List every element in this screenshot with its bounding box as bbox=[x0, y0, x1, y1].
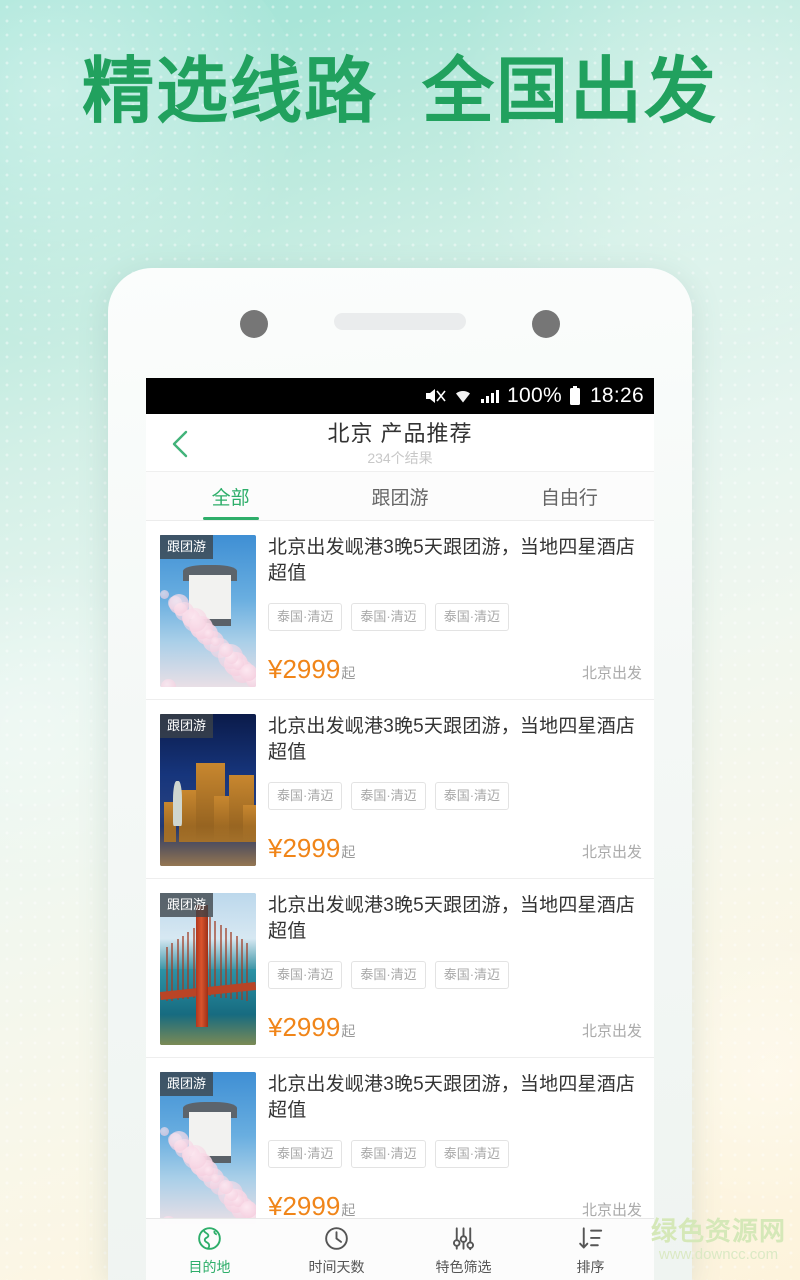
price-amount: 2999 bbox=[282, 1012, 341, 1042]
product-tag[interactable]: 泰国·清迈 bbox=[434, 961, 510, 989]
price-suffix: 起 bbox=[341, 1202, 356, 1218]
product-type-badge: 跟团游 bbox=[160, 535, 214, 559]
product-card-body: 北京出发岘港3晚5天跟团游，当地四星酒店超值 泰国·清迈 泰国·清迈 泰国·清迈 ¥29… bbox=[256, 714, 642, 866]
product-thumbnail-wrap: 跟团游 bbox=[160, 535, 256, 687]
product-departure-city: 北京出发 bbox=[581, 844, 642, 861]
mute-icon bbox=[424, 387, 446, 405]
product-card[interactable]: 跟团游 北京出发岘港3晚5天跟团游，当地四星酒店超值 泰国·清迈 泰国·清迈 泰国·清迈… bbox=[146, 879, 654, 1058]
price-currency-symbol: ¥ bbox=[268, 1191, 283, 1221]
product-card[interactable]: 跟团游 北京出发岘港3晚5天跟团游，当地四星酒店超值 泰国·清迈 泰国·清迈 泰国·清迈… bbox=[146, 700, 654, 879]
product-departure-city: 北京出发 bbox=[581, 665, 642, 682]
product-tag-row: 泰国·清迈 泰国·清迈 泰国·清迈 bbox=[268, 782, 642, 810]
app-header: 北京 产品推荐 234个结果 bbox=[146, 414, 654, 472]
product-departure-city: 北京出发 bbox=[581, 1202, 642, 1219]
tab-0[interactable]: 全部 bbox=[146, 472, 315, 520]
product-tag[interactable]: 泰国·清迈 bbox=[434, 1140, 510, 1168]
product-card[interactable]: 跟团游 北京出发岘港3晚5天跟团游，当地四星酒店超值 泰国·清迈 泰国·清迈 泰国·清迈… bbox=[146, 1058, 654, 1237]
product-thumbnail-wrap: 跟团游 bbox=[160, 714, 256, 866]
tab-1[interactable]: 跟团游 bbox=[315, 472, 484, 520]
battery-icon bbox=[569, 386, 581, 406]
product-title: 北京出发岘港3晚5天跟团游，当地四星酒店超值 bbox=[268, 1074, 636, 1121]
sort-icon bbox=[577, 1225, 604, 1257]
product-title: 北京出发岘港3晚5天跟团游，当地四星酒店超值 bbox=[268, 895, 636, 942]
price-currency-symbol: ¥ bbox=[268, 833, 283, 863]
product-tag[interactable]: 泰国·清迈 bbox=[268, 961, 343, 989]
globe-icon bbox=[196, 1225, 223, 1257]
nav-item-label: 时间天数 bbox=[308, 1258, 365, 1275]
nav-item-0[interactable]: 目的地 bbox=[146, 1225, 273, 1275]
product-tag-row: 泰国·清迈 泰国·清迈 泰国·清迈 bbox=[268, 1140, 642, 1168]
product-price-row: ¥2999起 北京出发 bbox=[268, 822, 642, 866]
price-currency-symbol: ¥ bbox=[268, 654, 283, 684]
product-price-row: ¥2999起 北京出发 bbox=[268, 643, 642, 687]
price-amount: 2999 bbox=[282, 654, 341, 684]
product-tag-row: 泰国·清迈 泰国·清迈 泰国·清迈 bbox=[268, 603, 642, 631]
product-thumbnail-wrap: 跟团游 bbox=[160, 893, 256, 1045]
product-type-badge: 跟团游 bbox=[160, 893, 214, 917]
product-tag[interactable]: 泰国·清迈 bbox=[351, 603, 426, 631]
price-amount: 2999 bbox=[282, 1191, 341, 1221]
promo-headline: 精选线路 全国出发 bbox=[81, 52, 718, 132]
nav-item-1[interactable]: 时间天数 bbox=[273, 1225, 400, 1275]
tab-bar: 全部 跟团游 自由行 bbox=[146, 472, 654, 521]
product-tag[interactable]: 泰国·清迈 bbox=[351, 1140, 426, 1168]
product-tag[interactable]: 泰国·清迈 bbox=[268, 603, 343, 631]
phone-screen: 100% 18:26 北京 产品推荐 234个结果 全部 跟团游 自由行 跟团游 北京… bbox=[146, 378, 654, 1280]
product-card-body: 北京出发岘港3晚5天跟团游，当地四星酒店超值 泰国·清迈 泰国·清迈 泰国·清迈 ¥29… bbox=[256, 893, 642, 1045]
product-title: 北京出发岘港3晚5天跟团游，当地四星酒店超值 bbox=[268, 537, 636, 584]
product-price: ¥2999起 bbox=[268, 1013, 355, 1045]
product-price-row: ¥2999起 北京出发 bbox=[268, 1001, 642, 1045]
tab-2[interactable]: 自由行 bbox=[485, 472, 654, 520]
earpiece-speaker bbox=[334, 313, 466, 330]
result-count-label: 234个结果 bbox=[367, 450, 433, 466]
phone-mockup: 100% 18:26 北京 产品推荐 234个结果 全部 跟团游 自由行 跟团游 北京… bbox=[108, 268, 692, 1280]
nav-item-label: 排序 bbox=[576, 1258, 605, 1275]
header-title-group: 北京 产品推荐 234个结果 bbox=[146, 420, 654, 467]
product-list: 跟团游 北京出发岘港3晚5天跟团游，当地四星酒店超值 泰国·清迈 泰国·清迈 泰国·清迈… bbox=[146, 521, 654, 1237]
price-amount: 2999 bbox=[282, 833, 341, 863]
clock-icon bbox=[323, 1225, 350, 1257]
product-tag[interactable]: 泰国·清迈 bbox=[434, 782, 510, 810]
product-tag[interactable]: 泰国·清迈 bbox=[351, 782, 426, 810]
nav-item-2[interactable]: 特色筛选 bbox=[400, 1225, 527, 1275]
wifi-icon bbox=[453, 387, 473, 405]
price-currency-symbol: ¥ bbox=[268, 1012, 283, 1042]
product-price: ¥2999起 bbox=[268, 655, 355, 687]
product-card[interactable]: 跟团游 北京出发岘港3晚5天跟团游，当地四星酒店超值 泰国·清迈 泰国·清迈 泰国·清迈… bbox=[146, 521, 654, 700]
product-departure-city: 北京出发 bbox=[581, 1023, 642, 1040]
product-card-body: 北京出发岘港3晚5天跟团游，当地四星酒店超值 泰国·清迈 泰国·清迈 泰国·清迈 ¥29… bbox=[256, 1072, 642, 1224]
sliders-icon bbox=[450, 1225, 477, 1257]
product-card-body: 北京出发岘港3晚5天跟团游，当地四星酒店超值 泰国·清迈 泰国·清迈 泰国·清迈 ¥29… bbox=[256, 535, 642, 687]
battery-percent-label: 100% bbox=[507, 384, 562, 407]
product-tag[interactable]: 泰国·清迈 bbox=[351, 961, 426, 989]
front-camera-icon bbox=[240, 310, 268, 338]
product-type-badge: 跟团游 bbox=[160, 714, 214, 738]
product-tag[interactable]: 泰国·清迈 bbox=[268, 782, 343, 810]
product-price: ¥2999起 bbox=[268, 834, 355, 866]
price-suffix: 起 bbox=[341, 665, 356, 681]
product-type-badge: 跟团游 bbox=[160, 1072, 214, 1096]
status-bar-clock: 18:26 bbox=[589, 384, 644, 407]
product-tag-row: 泰国·清迈 泰国·清迈 泰国·清迈 bbox=[268, 961, 642, 989]
nav-item-label: 特色筛选 bbox=[435, 1258, 492, 1275]
price-suffix: 起 bbox=[341, 844, 356, 860]
phone-top-bezel bbox=[108, 268, 692, 378]
nav-item-label: 目的地 bbox=[188, 1258, 231, 1275]
page-title: 北京 产品推荐 bbox=[327, 421, 473, 446]
signal-icon bbox=[480, 387, 500, 405]
product-thumbnail-wrap: 跟团游 bbox=[160, 1072, 256, 1224]
product-tag[interactable]: 泰国·清迈 bbox=[434, 603, 510, 631]
nav-item-3[interactable]: 排序 bbox=[527, 1225, 654, 1275]
status-bar: 100% 18:26 bbox=[146, 378, 654, 414]
proximity-sensor-icon bbox=[532, 310, 560, 338]
bottom-nav: 目的地 时间天数 特色筛选 排序 bbox=[146, 1218, 654, 1280]
price-suffix: 起 bbox=[341, 1023, 356, 1039]
product-tag[interactable]: 泰国·清迈 bbox=[268, 1140, 343, 1168]
product-title: 北京出发岘港3晚5天跟团游，当地四星酒店超值 bbox=[268, 716, 636, 763]
